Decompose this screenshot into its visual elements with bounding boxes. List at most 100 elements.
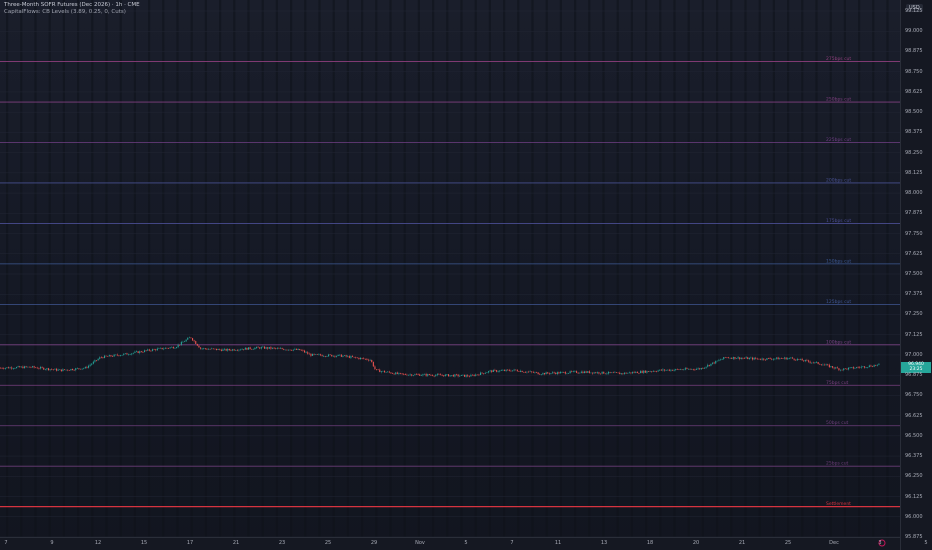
candle-body [380, 371, 382, 373]
candle-body [278, 348, 280, 349]
time-band [105, 0, 108, 537]
candle-body [851, 367, 853, 368]
candle-body [774, 358, 776, 360]
time-band [772, 0, 775, 537]
candle-body [483, 373, 485, 374]
indicator-label[interactable]: CapitalFlows: CB Levels (3.89, 0.25, 0, … [4, 9, 126, 16]
candle-body [728, 357, 730, 359]
candle-body [811, 362, 813, 364]
time-tick-label: 18 [646, 540, 654, 546]
candle-body [470, 374, 472, 377]
candle-body [462, 374, 464, 376]
candle-body [104, 355, 106, 359]
price-chart[interactable]: 275bps cut 250bps cut 225bps cut 200bps cut… [0, 0, 900, 537]
candle-body [124, 353, 126, 354]
time-band [673, 0, 676, 537]
candle-body [377, 369, 379, 371]
candle-body [676, 369, 678, 370]
symbol-title[interactable]: Three-Month SOFR Futures (Dec 2026) · 1h… [4, 2, 140, 9]
candle-body [716, 360, 718, 362]
time-band [574, 0, 577, 537]
candle-body [248, 347, 250, 350]
candle-body [648, 371, 650, 372]
candle-body [201, 348, 203, 350]
level-label: 125bps cut [826, 299, 851, 305]
candle-body [217, 349, 219, 350]
candle-body [136, 351, 138, 352]
candle-body [819, 363, 821, 365]
candle-body [332, 355, 334, 357]
candle-body [502, 370, 504, 371]
candle-body [289, 349, 291, 351]
candle-body [430, 375, 432, 376]
candle-body [547, 372, 549, 374]
candle-body [372, 362, 374, 367]
candle-body [720, 359, 722, 361]
candle-body [620, 373, 622, 375]
candle-body [609, 371, 611, 373]
candle-body [328, 354, 330, 357]
time-band [645, 0, 648, 537]
candle-body [790, 357, 792, 359]
candle-body [524, 372, 526, 373]
candle-body [849, 367, 851, 369]
time-band [787, 0, 790, 537]
candle-body [873, 365, 875, 367]
price-tick-label: 98.625 [905, 88, 923, 95]
candle-body [361, 357, 363, 359]
candle-body [208, 349, 210, 350]
candle-body [523, 372, 525, 373]
candle-body [843, 368, 845, 371]
candle-body [683, 369, 685, 371]
candle-body [363, 358, 365, 359]
candle-body [704, 367, 706, 369]
time-band [403, 0, 406, 537]
candle-body [459, 375, 461, 377]
candle-body [339, 354, 341, 356]
candle-body [25, 366, 27, 367]
candle-body [643, 370, 645, 373]
candle-body [294, 348, 296, 350]
candle-body [712, 362, 714, 364]
candle-body [233, 349, 235, 351]
candle-body [222, 349, 224, 351]
candle-body [668, 369, 670, 371]
candle-body [260, 347, 262, 349]
candle-body [273, 347, 275, 349]
candle-body [401, 373, 403, 375]
candle-body [180, 341, 182, 345]
candle-body [590, 372, 592, 374]
time-band [361, 0, 364, 537]
level-label: 250bps cut [826, 97, 851, 103]
time-band [432, 0, 435, 537]
candle-body [424, 373, 426, 375]
candle-body [72, 369, 74, 371]
time-tick-label: 21 [232, 540, 240, 546]
candle-body [384, 370, 386, 373]
candle-body [556, 372, 558, 375]
time-axis[interactable] [0, 537, 900, 550]
candle-body [625, 372, 627, 374]
candle-body [352, 356, 354, 357]
level-label: 225bps cut [826, 137, 851, 143]
candle-body [123, 353, 125, 355]
candle-body [736, 358, 738, 360]
candle-body [204, 348, 206, 349]
candle-body [638, 373, 640, 374]
candle-body [484, 372, 486, 374]
candle-body [596, 372, 598, 374]
candle-body [491, 370, 493, 372]
candle-body [16, 367, 18, 369]
candle-body [238, 349, 240, 351]
candle-body [582, 371, 584, 374]
candle-body [128, 354, 130, 356]
candle-body [563, 371, 565, 373]
level-label: 175bps cut [826, 218, 851, 224]
candle-body [659, 369, 661, 371]
candle-body [81, 368, 83, 370]
candle-body [747, 357, 749, 360]
candle-body [107, 356, 109, 357]
candle-body [198, 345, 200, 348]
candle-body [368, 359, 370, 361]
candle-body [708, 364, 710, 366]
